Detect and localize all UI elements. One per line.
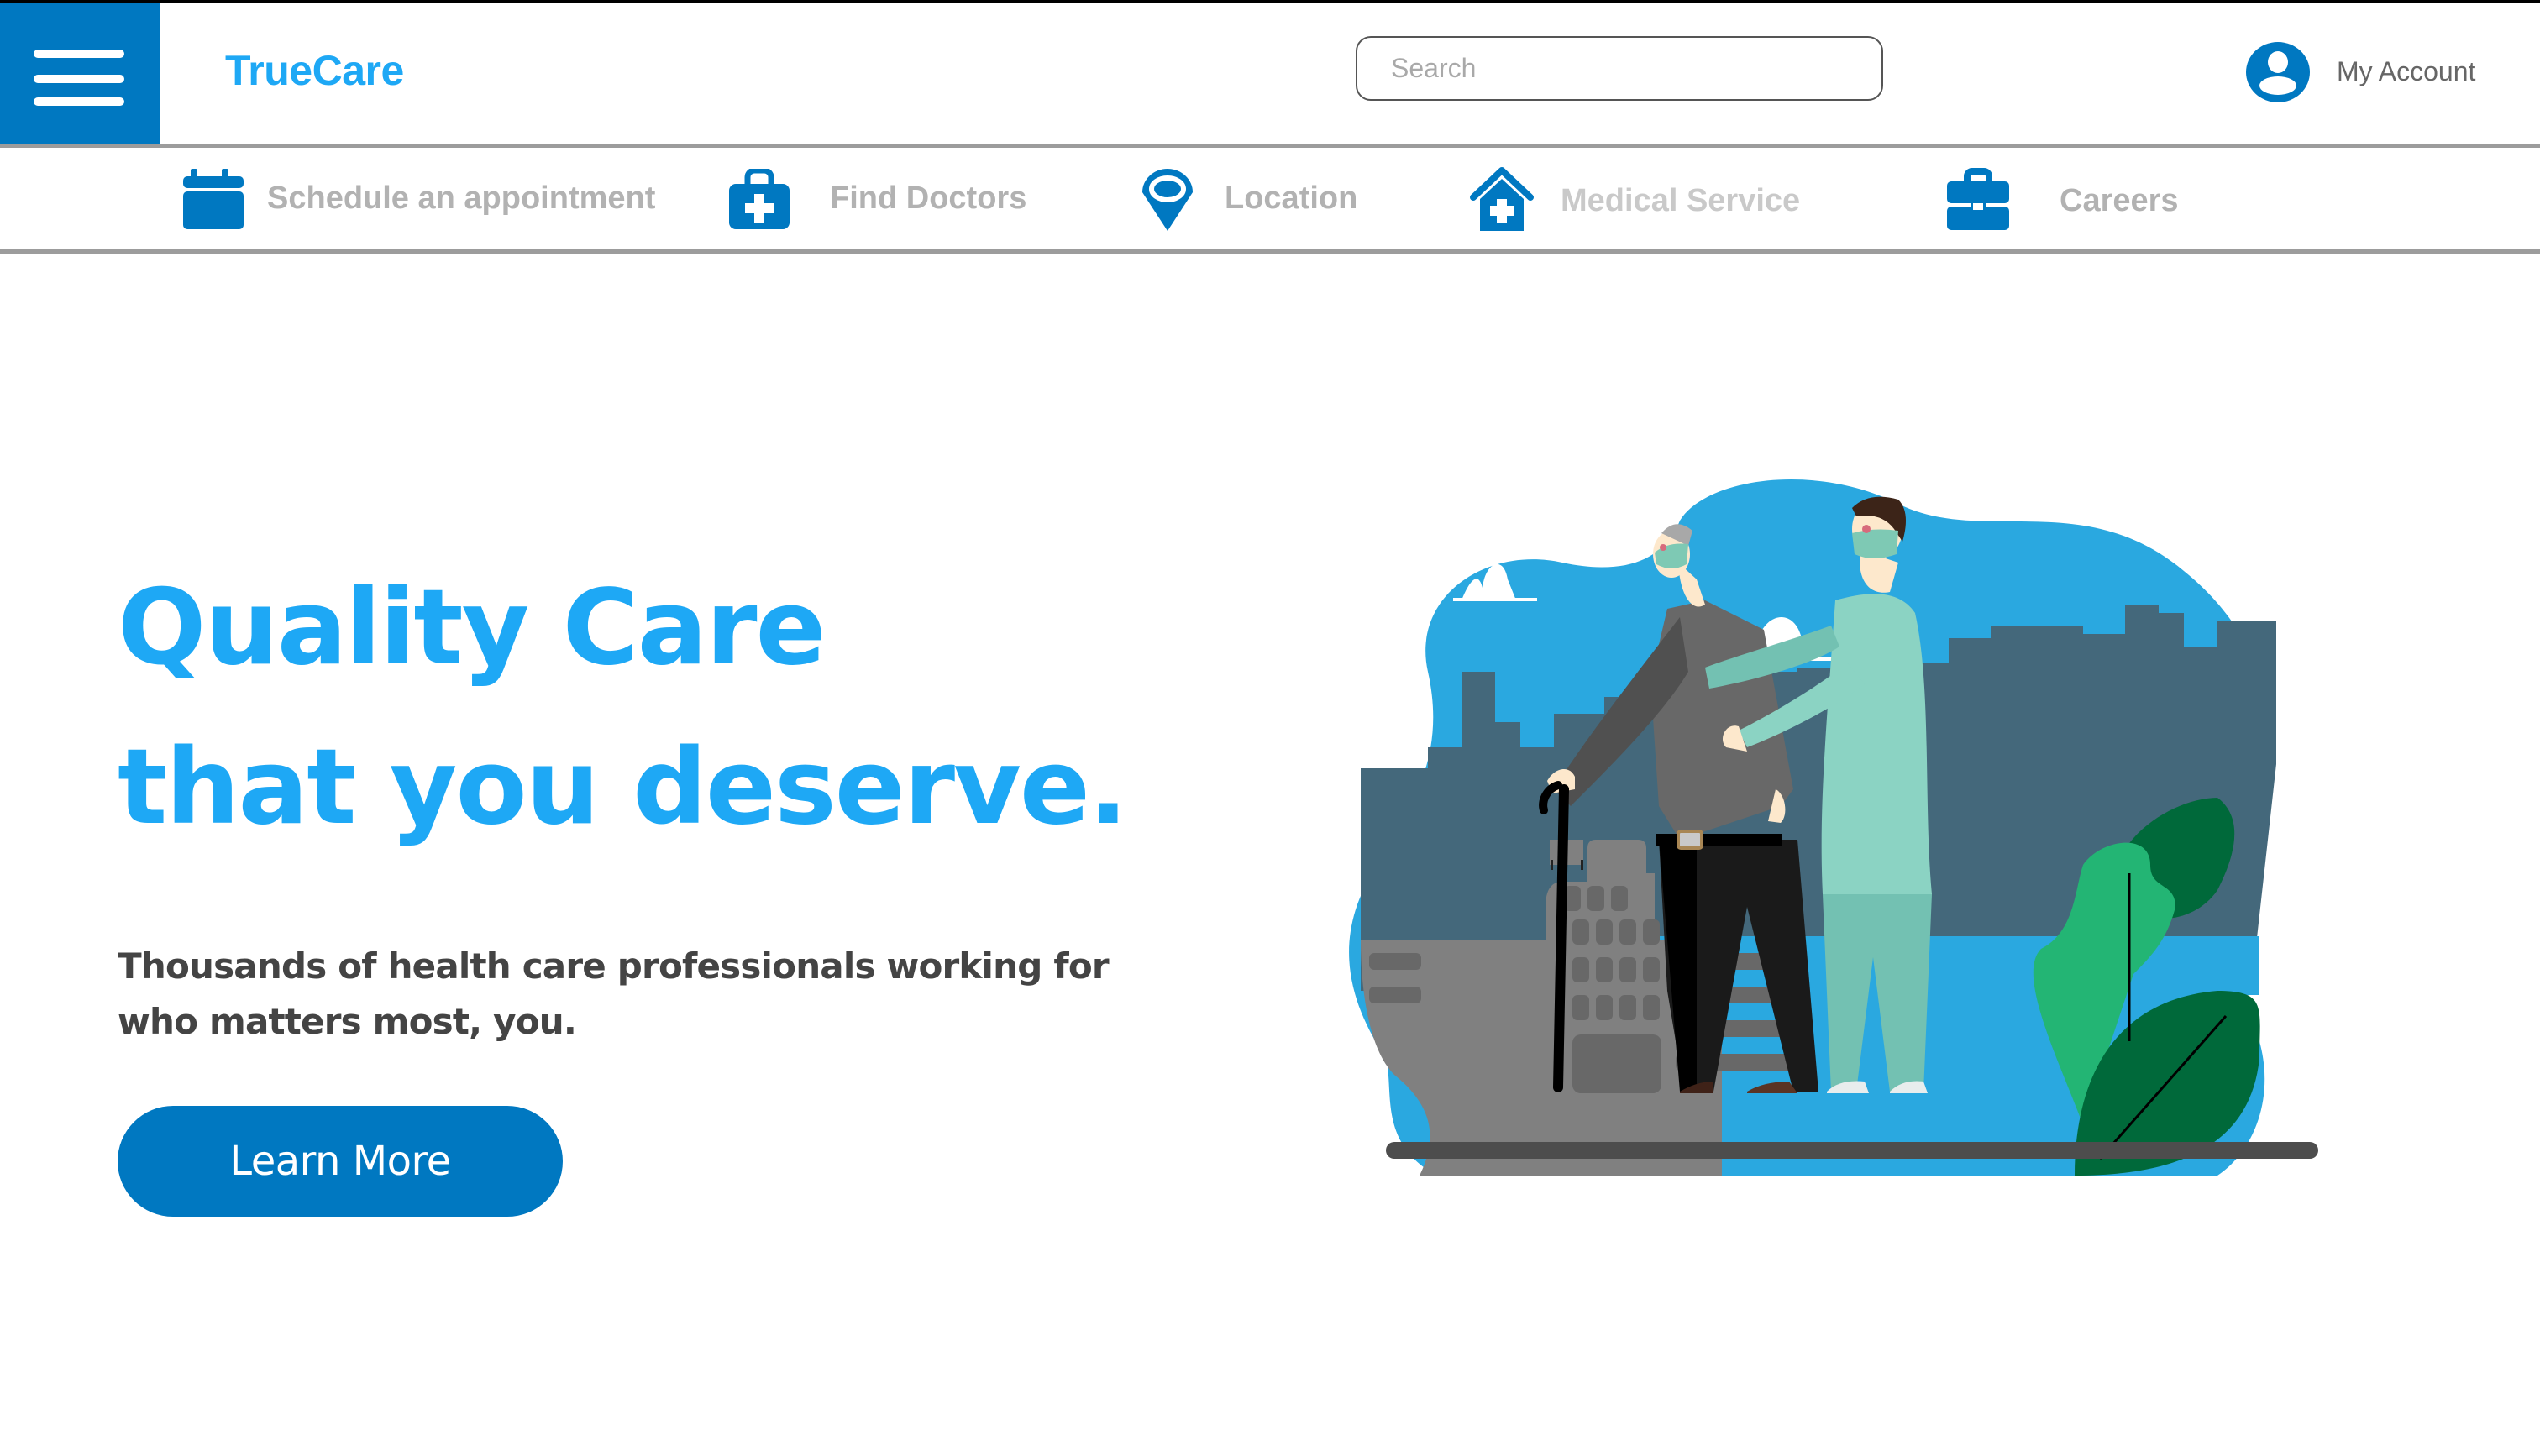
hero-subtitle: Thousands of health care professionals w… xyxy=(118,945,1110,1042)
brand-logo[interactable]: TrueCare xyxy=(225,46,404,95)
nurse-helping-elderly-man-illustration: H xyxy=(1349,479,2318,1176)
nav-item-label: Careers xyxy=(2060,183,2179,218)
hero-title-line-1: Quality Care xyxy=(118,568,827,689)
nav-item-medical-service[interactable]: Medical Service xyxy=(1470,148,1800,249)
nav-item-label: Location xyxy=(1225,181,1358,216)
hospital-house-icon xyxy=(1470,166,1534,231)
nav-item-label: Medical Service xyxy=(1561,183,1801,218)
nav-item-location[interactable]: Location xyxy=(1136,148,1357,249)
nav-divider xyxy=(0,249,2540,254)
nav-item-label: Schedule an appointment xyxy=(267,181,656,216)
nav-item-find-doctors[interactable]: Find Doctors xyxy=(727,148,1026,249)
nav-item-careers[interactable]: Careers xyxy=(1947,148,2179,249)
hero-title-line-2: that you deserve. xyxy=(118,727,1128,848)
learn-more-button[interactable]: Learn More xyxy=(118,1106,563,1217)
site-header: TrueCare My Account xyxy=(0,3,2540,145)
nav-item-label: Find Doctors xyxy=(830,181,1027,216)
calendar-icon xyxy=(183,168,244,229)
briefcase-icon xyxy=(1947,167,2009,230)
ground-line xyxy=(1386,1142,2318,1159)
main-nav: Schedule an appointment Find Doctors Loc… xyxy=(0,148,2540,249)
nav-item-schedule-appointment[interactable]: Schedule an appointment xyxy=(183,148,655,249)
search-box[interactable] xyxy=(1356,36,1883,101)
user-circle-icon xyxy=(2246,41,2310,102)
my-account-link[interactable]: My Account xyxy=(2246,40,2475,103)
search-input[interactable] xyxy=(1357,38,1881,99)
medical-kit-icon xyxy=(729,168,790,229)
location-pin-icon xyxy=(1142,168,1193,231)
hamburger-menu-button[interactable] xyxy=(0,3,160,145)
my-account-label: My Account xyxy=(2337,56,2476,86)
